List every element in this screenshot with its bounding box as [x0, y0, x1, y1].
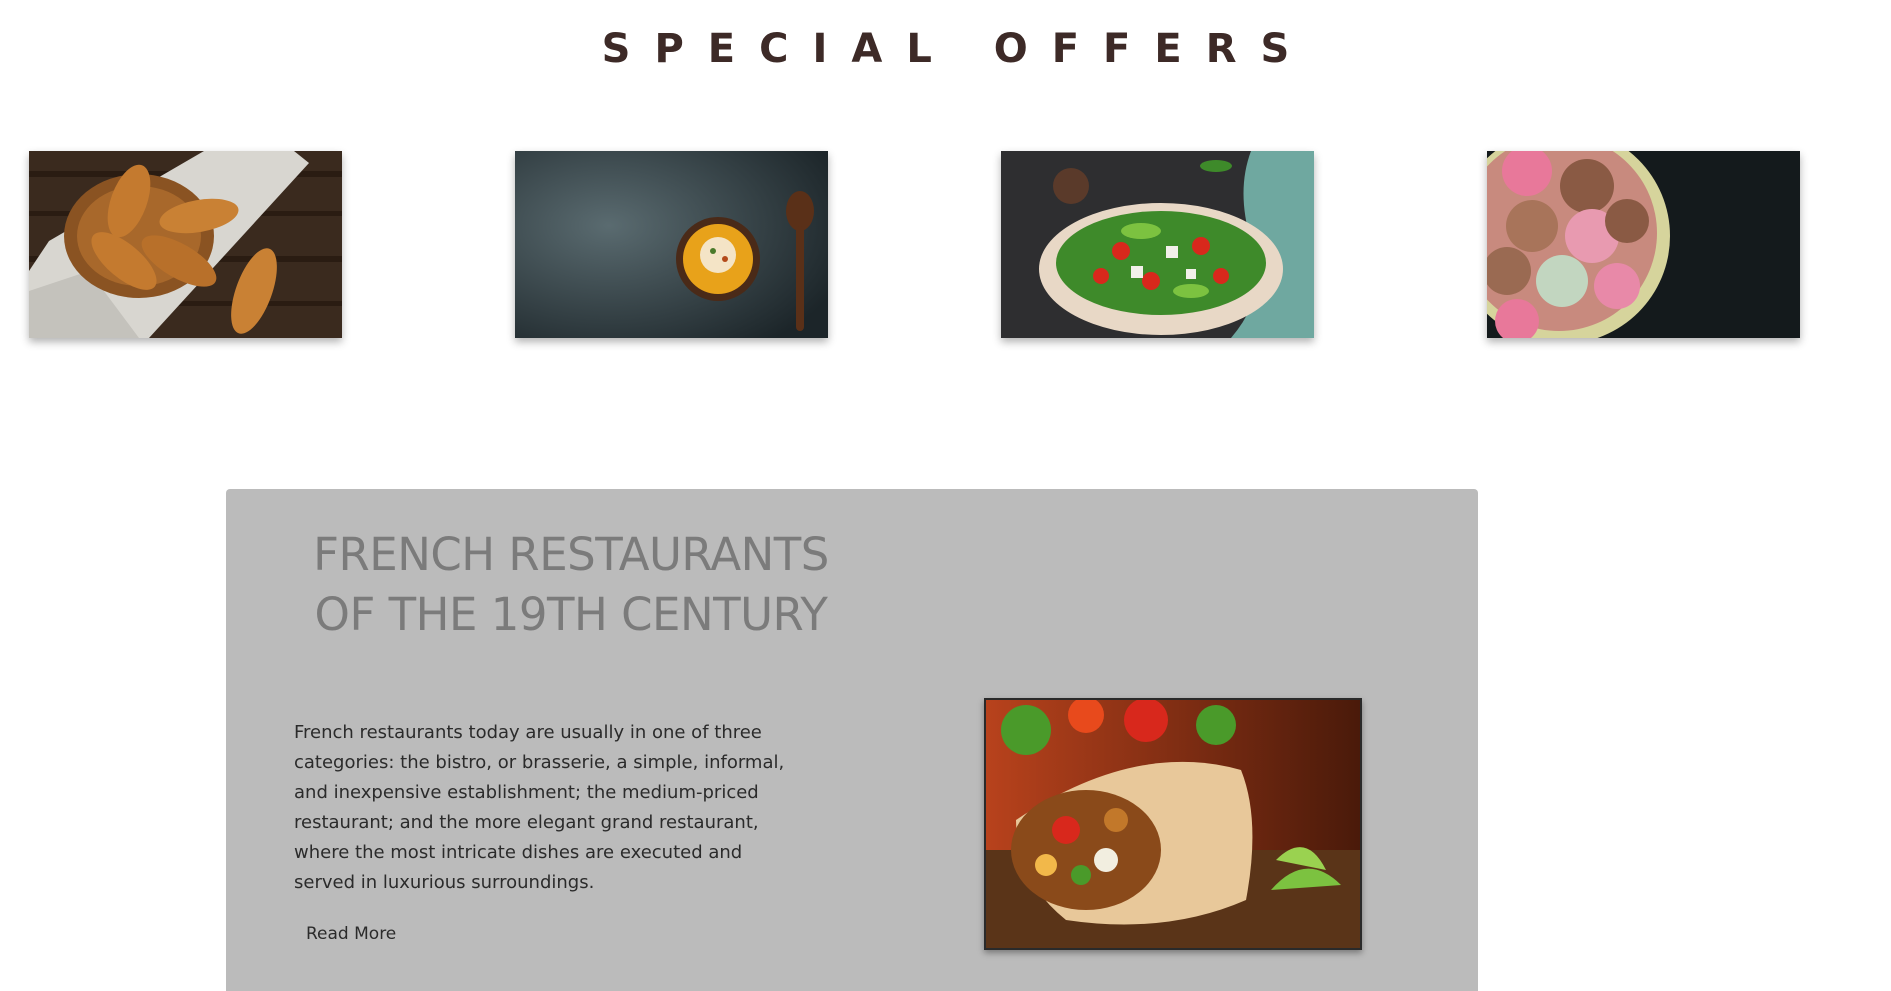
pumpkin-soup-photo: [515, 151, 828, 338]
feature-heading: FRENCH RESTAURANTS OF THE 19TH CENTURY: [313, 528, 829, 641]
feature-image: [984, 698, 1362, 950]
macarons-photo: [1487, 151, 1800, 338]
feature-body-text: French restaurants today are usually in …: [294, 722, 785, 893]
page: SPECIAL OFFERS FRENCH RESTAURANTS OF THE…: [0, 0, 1891, 991]
croissants-photo: [29, 151, 342, 338]
green-salad-photo: [1001, 151, 1314, 338]
offer-card-salad[interactable]: [1001, 151, 1314, 338]
special-offers-title: SPECIAL OFFERS: [601, 26, 1314, 72]
read-more-link[interactable]: Read More: [306, 924, 396, 944]
burrito-photo: [986, 700, 1360, 948]
feature-panel: FRENCH RESTAURANTS OF THE 19TH CENTURY F…: [226, 489, 1478, 991]
offer-card-soup[interactable]: [515, 151, 828, 338]
offer-card-croissants[interactable]: [29, 151, 342, 338]
offer-card-macarons[interactable]: [1487, 151, 1800, 338]
